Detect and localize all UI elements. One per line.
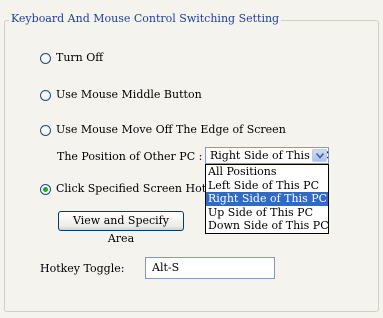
turn-off-radio[interactable]	[40, 52, 51, 64]
dropdown-option-highlighted[interactable]: Right Side of This PC	[206, 192, 328, 206]
option-move-off-edge[interactable]: Use Mouse Move Off The Edge of Screen	[40, 123, 286, 137]
position-label: The Position of Other PC :	[57, 150, 203, 163]
hotkey-input[interactable]: Alt-S	[145, 257, 275, 279]
group-title: Keyboard And Mouse Control Switching Set…	[9, 12, 282, 26]
option-turn-off[interactable]: Turn Off	[40, 51, 103, 65]
move-off-edge-radio[interactable]	[40, 124, 51, 136]
middle-button-label: Use Mouse Middle Button	[56, 88, 202, 101]
move-off-edge-label: Use Mouse Move Off The Edge of Screen	[56, 123, 286, 136]
dropdown-option[interactable]: Left Side of This PC	[206, 179, 328, 193]
middle-button-radio[interactable]	[40, 89, 51, 101]
option-middle-button[interactable]: Use Mouse Middle Button	[40, 88, 202, 102]
dropdown-option[interactable]: Down Side of This PC	[206, 219, 329, 233]
position-combobox[interactable]: Right Side of This PC	[205, 147, 329, 164]
dropdown-option[interactable]: All Positions	[206, 165, 328, 179]
position-dropdown-list[interactable]: All Positions Left Side of This PC Right…	[205, 164, 329, 234]
hotkey-label: Hotkey Toggle:	[40, 262, 125, 275]
turn-off-label: Turn Off	[56, 51, 104, 64]
view-specify-area-button[interactable]: View and Specify Area	[58, 211, 184, 245]
settings-panel: Keyboard And Mouse Control Switching Set…	[0, 0, 383, 318]
dropdown-option[interactable]: Up Side of This PC	[206, 206, 328, 220]
hot-area-radio[interactable]	[40, 183, 51, 195]
chevron-down-icon[interactable]	[312, 149, 327, 162]
hotkey-value: Alt-S	[152, 261, 180, 274]
